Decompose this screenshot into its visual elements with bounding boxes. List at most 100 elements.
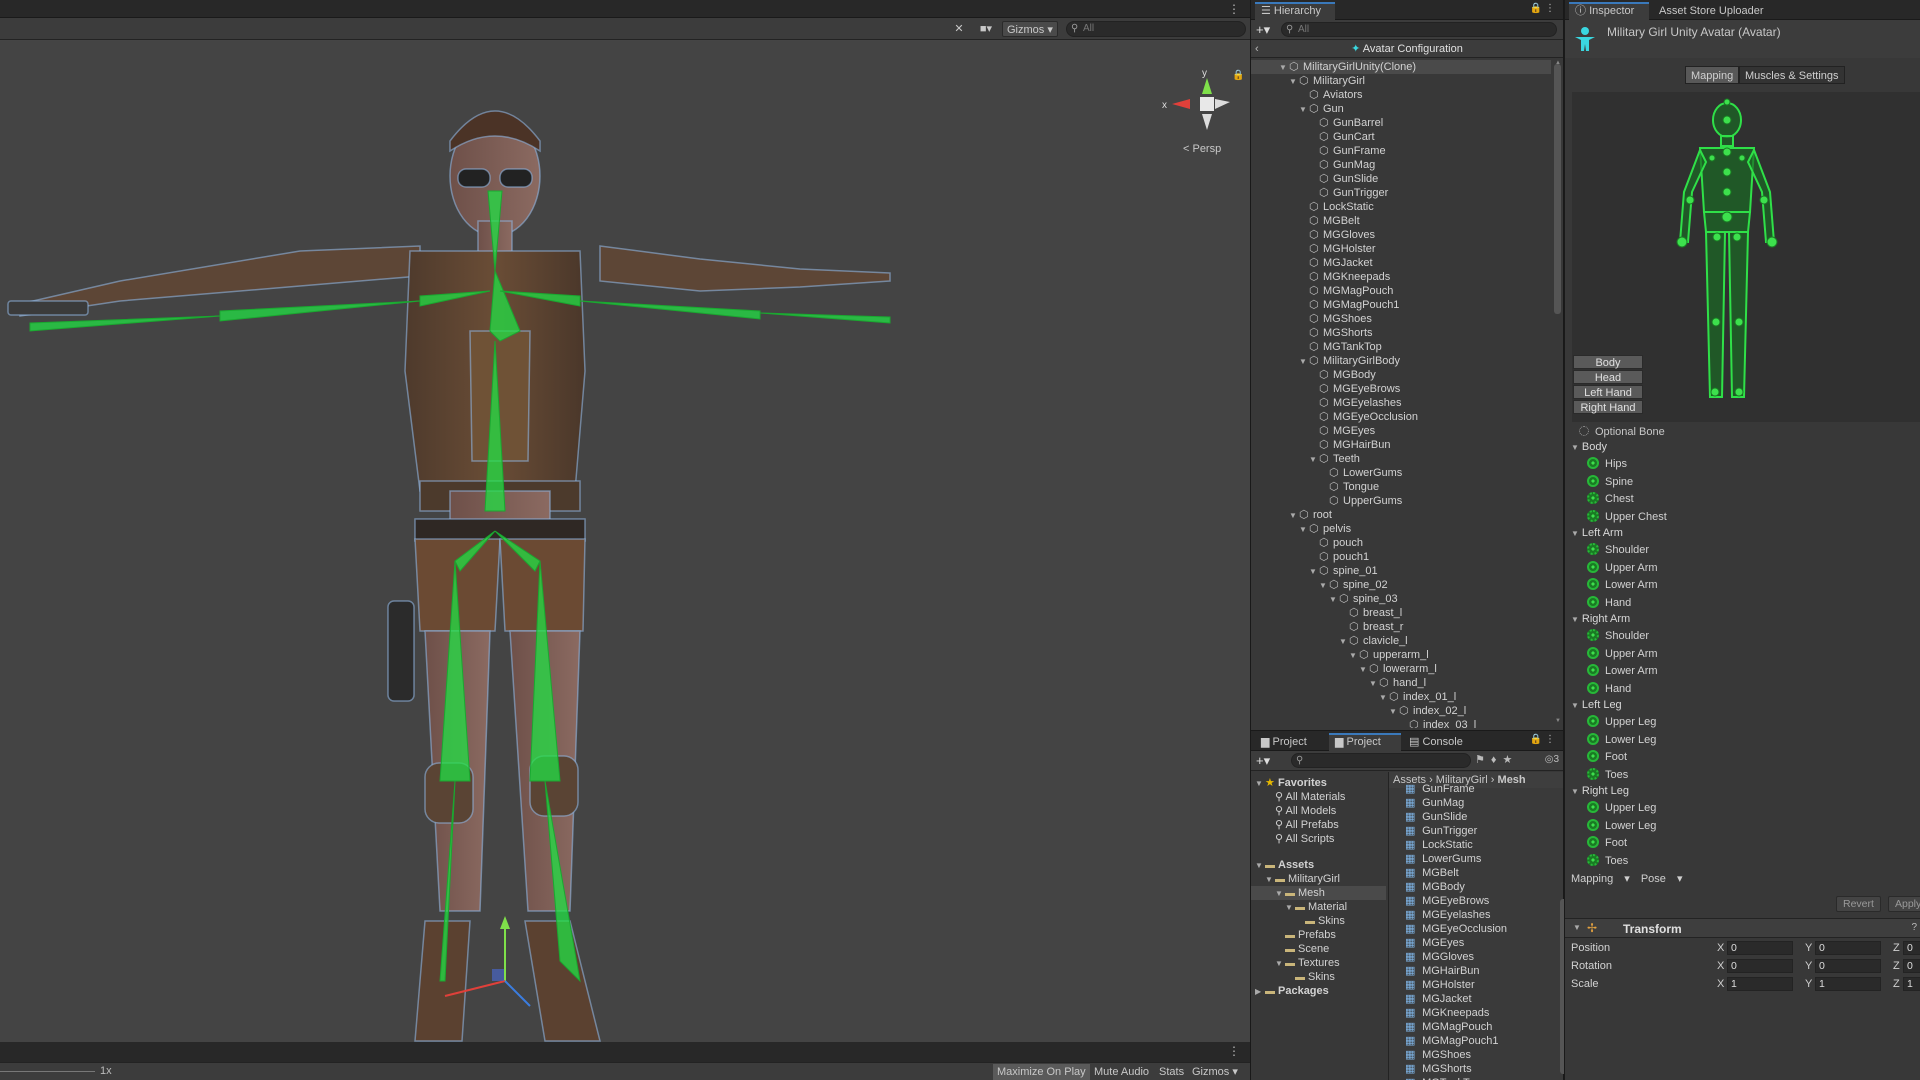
- bone-status-icon[interactable]: [1587, 457, 1599, 469]
- scale-slider[interactable]: [0, 1071, 95, 1072]
- back-icon[interactable]: ‹: [1255, 40, 1259, 58]
- hierarchy-row[interactable]: ⬡ GunSlide: [1251, 172, 1551, 186]
- collapse-arrow-icon[interactable]: ▼: [1571, 787, 1579, 796]
- orientation-gizmo[interactable]: y x: [1160, 64, 1232, 137]
- project-folder[interactable]: ▬ Skins: [1251, 970, 1386, 984]
- revert-button[interactable]: Revert: [1836, 896, 1881, 912]
- hierarchy-row[interactable]: ▼ ⬡ pelvis: [1251, 522, 1551, 536]
- transform-y-field[interactable]: 0: [1815, 959, 1881, 973]
- project-search-input[interactable]: ⚲: [1291, 753, 1471, 768]
- mesh-file-item[interactable]: ▦ LockStatic: [1389, 838, 1559, 852]
- bone-group-header[interactable]: ▼ Left Arm: [1571, 526, 1623, 540]
- neg-x-axis-cone[interactable]: [1215, 99, 1230, 109]
- bone-group-header[interactable]: ▼ Body: [1571, 440, 1607, 454]
- hierarchy-row[interactable]: ⬡ MGKneepads: [1251, 270, 1551, 284]
- transform-y-field[interactable]: 0: [1815, 941, 1881, 955]
- hierarchy-row[interactable]: ▼ ⬡ Teeth: [1251, 452, 1551, 466]
- hierarchy-row[interactable]: ⬡ MGEyeBrows: [1251, 382, 1551, 396]
- project-folder[interactable]: ▼ ▬ Textures: [1251, 956, 1386, 970]
- bone-status-icon[interactable]: [1587, 543, 1599, 555]
- bone-status-icon[interactable]: [1587, 629, 1599, 641]
- bone-group-header[interactable]: ▼ Right Arm: [1571, 612, 1630, 626]
- hierarchy-row[interactable]: ⬡ pouch: [1251, 536, 1551, 550]
- add-icon[interactable]: +▾: [1256, 753, 1270, 769]
- hierarchy-row[interactable]: ▼ ⬡ index_02_l: [1251, 704, 1551, 718]
- project-folder[interactable]: ▼ ▬ MilitaryGirl: [1251, 872, 1386, 886]
- hierarchy-row[interactable]: ⬡ index_03_l: [1251, 718, 1551, 728]
- scene-menu-icon[interactable]: ⋮: [1228, 2, 1240, 16]
- hierarchy-row[interactable]: ⬡ MGBelt: [1251, 214, 1551, 228]
- hierarchy-row[interactable]: ⬡ LockStatic: [1251, 200, 1551, 214]
- favorite-item[interactable]: ⚲ All Scripts: [1251, 832, 1386, 846]
- expand-arrow-icon[interactable]: ▼: [1255, 859, 1265, 873]
- hierarchy-row[interactable]: ⬡ GunMag: [1251, 158, 1551, 172]
- bone-status-icon[interactable]: [1587, 767, 1599, 780]
- hierarchy-row[interactable]: ⬡ Aviators: [1251, 88, 1551, 102]
- mesh-file-item[interactable]: ▦ MGShorts: [1389, 1062, 1559, 1076]
- hierarchy-row[interactable]: ⬡ MGMagPouch1: [1251, 298, 1551, 312]
- expand-arrow-icon[interactable]: ▼: [1309, 453, 1319, 467]
- expand-arrow-icon[interactable]: ▼: [1379, 691, 1389, 705]
- left-hand-button[interactable]: Left Hand: [1573, 385, 1643, 399]
- mesh-file-item[interactable]: ▦ MGTankTop: [1389, 1076, 1559, 1080]
- mesh-file-item[interactable]: ▦ MGMagPouch1: [1389, 1034, 1559, 1048]
- expand-arrow-icon[interactable]: ▼: [1349, 649, 1359, 663]
- bone-status-icon[interactable]: [1587, 578, 1599, 590]
- project-folder[interactable]: ▼ ▬ Material: [1251, 900, 1386, 914]
- bone-status-icon[interactable]: [1587, 492, 1599, 504]
- tab-mapping[interactable]: Mapping: [1685, 66, 1739, 84]
- hierarchy-row[interactable]: ⬡ UpperGums: [1251, 494, 1551, 508]
- apply-button[interactable]: Apply: [1888, 896, 1920, 912]
- hierarchy-row[interactable]: ▼ ⬡ lowerarm_l: [1251, 662, 1551, 676]
- expand-arrow-icon[interactable]: ▼: [1339, 635, 1349, 649]
- head-button[interactable]: Head: [1573, 370, 1643, 384]
- mesh-file-item[interactable]: ▦ GunTrigger: [1389, 824, 1559, 838]
- mute-audio-button[interactable]: Mute Audio: [1090, 1064, 1153, 1080]
- hierarchy-row[interactable]: ▼ ⬡ hand_l: [1251, 676, 1551, 690]
- hierarchy-row[interactable]: ⬡ MGHolster: [1251, 242, 1551, 256]
- expand-arrow-icon[interactable]: ▼: [1275, 887, 1285, 901]
- bone-status-icon[interactable]: [1587, 681, 1599, 694]
- hierarchy-row[interactable]: ⬡ MGTankTop: [1251, 340, 1551, 354]
- hierarchy-row[interactable]: ▼ ⬡ upperarm_l: [1251, 648, 1551, 662]
- favorites-folder[interactable]: ▼ ★ Favorites: [1251, 776, 1386, 790]
- collapse-arrow-icon[interactable]: ▼: [1573, 923, 1581, 932]
- mesh-file-item[interactable]: ▦ MGHolster: [1389, 978, 1559, 992]
- expand-arrow-icon[interactable]: ▼: [1279, 61, 1289, 75]
- bone-status-icon[interactable]: [1587, 853, 1599, 866]
- persp-label[interactable]: < Persp: [1183, 143, 1221, 155]
- transform-z-field[interactable]: 0: [1903, 941, 1920, 955]
- expand-arrow-icon[interactable]: ▼: [1369, 677, 1379, 691]
- scene-search-input[interactable]: ⚲ All: [1066, 21, 1246, 37]
- hierarchy-row[interactable]: ⬡ GunTrigger: [1251, 186, 1551, 200]
- project-filter-icons[interactable]: ⚑♦★: [1475, 753, 1518, 766]
- mapping-dropdown[interactable]: Mapping ▾: [1571, 873, 1630, 885]
- collapse-arrow-icon[interactable]: ▼: [1571, 443, 1579, 452]
- mesh-file-item[interactable]: ▦ MGMagPouch: [1389, 1020, 1559, 1034]
- hierarchy-row[interactable]: ⬡ MGEyelashes: [1251, 396, 1551, 410]
- favorite-item[interactable]: ⚲ All Prefabs: [1251, 818, 1386, 832]
- game-gizmos-button[interactable]: Gizmos ▾: [1188, 1064, 1242, 1080]
- mesh-file-item[interactable]: ▦ MGJacket: [1389, 992, 1559, 1006]
- hierarchy-row[interactable]: ⬡ pouch1: [1251, 550, 1551, 564]
- transform-component-header[interactable]: ▼ ✢ Transform ?: [1565, 918, 1920, 938]
- hierarchy-row[interactable]: ⬡ MGShorts: [1251, 326, 1551, 340]
- expand-arrow-icon[interactable]: ▼: [1329, 593, 1339, 607]
- tab-hierarchy[interactable]: ☰ Hierarchy: [1255, 2, 1335, 20]
- mesh-file-item[interactable]: ▦ MGEyeBrows: [1389, 894, 1559, 908]
- hierarchy-row[interactable]: ⬡ breast_r: [1251, 620, 1551, 634]
- project-folder[interactable]: ▬ Prefabs: [1251, 928, 1386, 942]
- transform-x-field[interactable]: 0: [1727, 959, 1793, 973]
- transform-z-field[interactable]: 0: [1903, 959, 1920, 973]
- bone-status-icon[interactable]: [1587, 560, 1599, 573]
- expand-arrow-icon[interactable]: ▼: [1299, 523, 1309, 537]
- maximize-on-play-button[interactable]: Maximize On Play: [993, 1064, 1090, 1080]
- scroll-down-icon[interactable]: ▼: [1555, 718, 1561, 724]
- bone-status-icon[interactable]: [1587, 509, 1599, 522]
- camera-icon[interactable]: ■▾: [974, 21, 998, 37]
- bone-status-icon[interactable]: [1587, 732, 1599, 745]
- hierarchy-scrollbar[interactable]: [1554, 64, 1561, 314]
- hierarchy-row[interactable]: ▼ ⬡ clavicle_l: [1251, 634, 1551, 648]
- mesh-file-item[interactable]: ▦ MGHairBun: [1389, 964, 1559, 978]
- gizmo-center-cube[interactable]: [1200, 97, 1214, 111]
